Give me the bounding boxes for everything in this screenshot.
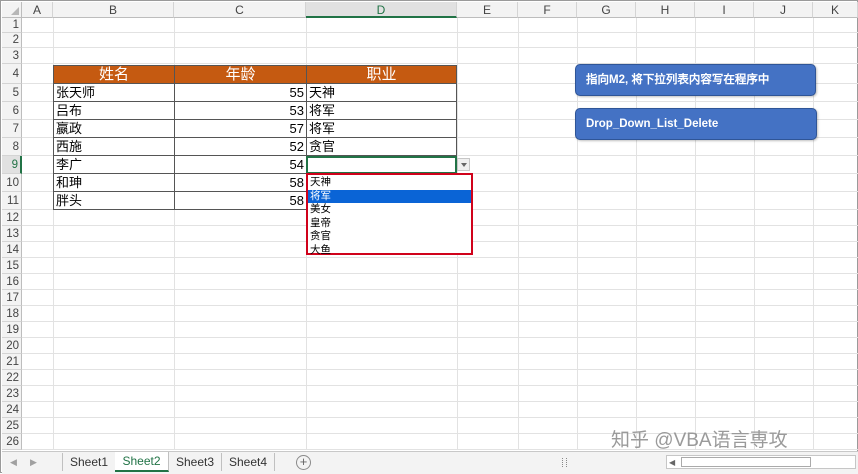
header-job[interactable]: 职业 [306, 65, 457, 84]
column-header-h[interactable]: H [636, 2, 695, 18]
row-header-17[interactable]: 17 [2, 290, 22, 306]
gridline [22, 337, 858, 338]
header-age[interactable]: 年龄 [174, 65, 307, 84]
chevron-down-icon [461, 163, 467, 167]
row-header-24[interactable]: 24 [2, 402, 22, 418]
gridline [22, 385, 858, 386]
cell-name[interactable]: 李广 [53, 156, 175, 174]
column-header-c[interactable]: C [174, 2, 306, 18]
header-name[interactable]: 姓名 [53, 65, 175, 84]
cell-age[interactable]: 58 [174, 174, 307, 192]
tab-sheet1[interactable]: Sheet1 [62, 453, 116, 471]
column-header-f[interactable]: F [518, 2, 577, 18]
cell-job[interactable]: 将军 [306, 102, 457, 120]
row-header-14[interactable]: 14 [2, 242, 22, 258]
row-header-25[interactable]: 25 [2, 418, 22, 434]
gridline [22, 321, 858, 322]
active-cell-d9[interactable] [306, 156, 457, 174]
row-header-26[interactable]: 26 [2, 434, 22, 450]
cell-name[interactable]: 和珅 [53, 174, 175, 192]
row-header-12[interactable]: 12 [2, 210, 22, 226]
row-header-2[interactable]: 2 [2, 33, 22, 48]
gridline [22, 401, 858, 402]
cell-job[interactable]: 天神 [306, 84, 457, 102]
cell-age[interactable]: 58 [174, 192, 307, 210]
cell-age[interactable]: 53 [174, 102, 307, 120]
select-all-corner[interactable] [2, 2, 22, 18]
cell-name[interactable]: 嬴政 [53, 120, 175, 138]
row-header-20[interactable]: 20 [2, 338, 22, 354]
row-header-21[interactable]: 21 [2, 354, 22, 370]
row-header-7[interactable]: 7 [2, 120, 22, 138]
gridline [22, 289, 858, 290]
dropdown-option-selected[interactable]: 将军 [308, 189, 471, 204]
column-header-d[interactable]: D [306, 2, 457, 18]
cell-name[interactable]: 吕布 [53, 102, 175, 120]
scroll-left-icon[interactable]: ◀ [669, 458, 675, 467]
row-header-19[interactable]: 19 [2, 322, 22, 338]
sheet-tab-bar: ◀ ▶ Sheet1 Sheet2 Sheet3 Sheet4 + ◀ [2, 451, 858, 474]
tab-sheet3[interactable]: Sheet3 [169, 453, 222, 471]
row-header-13[interactable]: 13 [2, 226, 22, 242]
row-header-9[interactable]: 9 [2, 156, 22, 174]
dropdown-option[interactable]: 天神 [308, 176, 471, 190]
gridline [22, 47, 858, 48]
horizontal-scrollbar[interactable]: ◀ [666, 455, 856, 469]
row-header-16[interactable]: 16 [2, 274, 22, 290]
dropdown-option[interactable]: 大鱼 [308, 244, 471, 258]
gridline [22, 273, 858, 274]
row-header-18[interactable]: 18 [2, 306, 22, 322]
cell-name[interactable]: 张天师 [53, 84, 175, 102]
tab-sheet4[interactable]: Sheet4 [222, 453, 275, 471]
macro-button-write-list[interactable]: 指向M2, 将下拉列表内容写在程序中 [575, 64, 816, 96]
row-header-10[interactable]: 10 [2, 174, 22, 192]
next-sheet-icon[interactable]: ▶ [30, 457, 37, 468]
cell-name[interactable]: 胖头 [53, 192, 175, 210]
row-header-11[interactable]: 11 [2, 192, 22, 210]
gridline [22, 369, 858, 370]
cell-job[interactable]: 贪官 [306, 138, 457, 156]
column-header-e[interactable]: E [457, 2, 518, 18]
row-header-8[interactable]: 8 [2, 138, 22, 156]
cell-age[interactable]: 57 [174, 120, 307, 138]
row-header-15[interactable]: 15 [2, 258, 22, 274]
tab-sheet2[interactable]: Sheet2 [115, 452, 169, 472]
row-header-4[interactable]: 4 [2, 64, 22, 84]
gridline [22, 305, 858, 306]
row-header-6[interactable]: 6 [2, 102, 22, 120]
cell-name[interactable]: 西施 [53, 138, 175, 156]
column-header-i[interactable]: I [695, 2, 754, 18]
dropdown-option[interactable]: 贪官 [308, 230, 471, 244]
prev-sheet-icon[interactable]: ◀ [10, 457, 17, 468]
cell-job[interactable]: 将军 [306, 120, 457, 138]
row-header-3[interactable]: 3 [2, 48, 22, 64]
macro-button-delete-list[interactable]: Drop_Down_List_Delete [575, 108, 817, 140]
watermark-text: 知乎 @VBA语言専攻 [611, 430, 788, 451]
dropdown-list[interactable]: 天神 将军 美女 皇帝 贪官 大鱼 [306, 173, 473, 258]
row-header-5[interactable]: 5 [2, 84, 22, 102]
scrollbar-thumb[interactable] [681, 457, 811, 467]
dropdown-option[interactable]: 皇帝 [308, 217, 471, 231]
row-header-23[interactable]: 23 [2, 386, 22, 402]
column-header-g[interactable]: G [577, 2, 636, 18]
cell-age[interactable]: 52 [174, 138, 307, 156]
gridline [22, 32, 858, 33]
gridline [22, 417, 858, 418]
column-header-j[interactable]: J [754, 2, 813, 18]
column-header-k[interactable]: K [813, 2, 858, 18]
split-handle[interactable] [562, 458, 567, 467]
add-sheet-icon[interactable]: + [296, 455, 311, 470]
dropdown-arrow-button[interactable] [457, 158, 470, 171]
gridline [22, 353, 858, 354]
column-header-b[interactable]: B [53, 2, 174, 18]
cell-age[interactable]: 55 [174, 84, 307, 102]
column-header-a[interactable]: A [22, 2, 53, 18]
row-header-1[interactable]: 1 [2, 18, 22, 33]
cell-age[interactable]: 54 [174, 156, 307, 174]
dropdown-option[interactable]: 美女 [308, 203, 471, 217]
row-header-22[interactable]: 22 [2, 370, 22, 386]
